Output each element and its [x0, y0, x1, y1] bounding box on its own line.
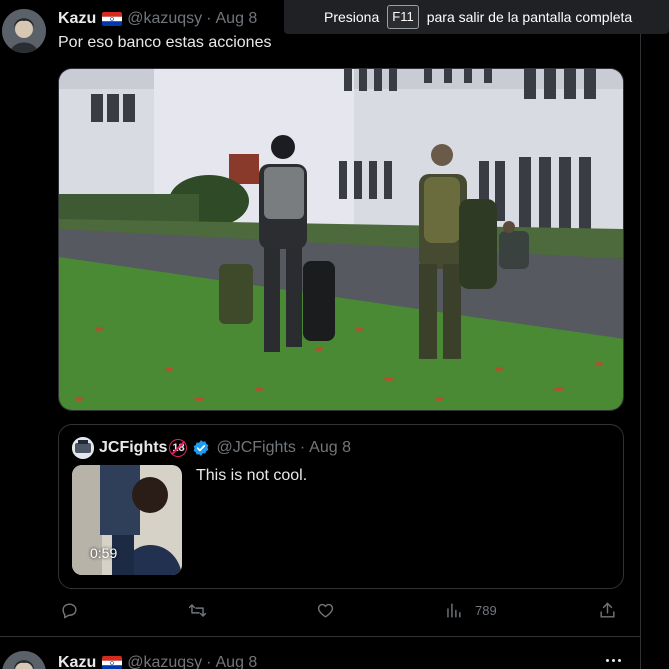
views-count: 789: [475, 603, 497, 618]
tweet-date[interactable]: Aug 8: [216, 654, 258, 669]
tweet-date[interactable]: Aug 8: [216, 10, 258, 28]
author-name[interactable]: Kazu: [58, 654, 96, 669]
retweet-button[interactable]: [188, 601, 207, 620]
share-icon: [600, 602, 615, 618]
video-duration: 0:59: [90, 545, 118, 561]
author-handle[interactable]: @kazuqsy: [127, 654, 202, 669]
quoted-text: This is not cool.: [196, 467, 308, 484]
banner-suffix: para salir de la pantalla completa: [426, 9, 633, 25]
quoted-video-thumbnail[interactable]: 0:59: [72, 465, 182, 575]
views-button[interactable]: 789: [444, 601, 497, 620]
verified-icon: [192, 439, 210, 457]
separator-dot: ·: [206, 10, 212, 27]
author-handle[interactable]: @kazuqsy: [127, 10, 202, 28]
fullscreen-exit-banner: Presiona F11 para salir de la pantalla c…: [284, 0, 669, 34]
retweet-icon: [188, 604, 207, 617]
quoted-author-name[interactable]: JCFights: [99, 439, 167, 457]
share-button[interactable]: [598, 601, 617, 620]
tweet-image[interactable]: [58, 68, 624, 411]
quoted-avatar[interactable]: [72, 437, 94, 459]
quoted-date[interactable]: Aug 8: [309, 439, 351, 457]
separator-dot: ·: [299, 439, 306, 456]
reply-button[interactable]: [60, 601, 79, 620]
paraguay-flag-icon: [102, 12, 123, 26]
quoted-handle[interactable]: @JCFights: [216, 439, 295, 457]
quoted-header: JCFights 18 @JCFights · Aug 8: [99, 439, 351, 457]
quoted-tweet[interactable]: JCFights 18 @JCFights · Aug 8 0:59 This …: [58, 424, 624, 589]
tweet-header: Kazu @kazuqsy · Aug 8: [58, 10, 257, 28]
tweet[interactable]: Kazu @kazuqsy · Aug 8 Por eso banco esta…: [0, 0, 640, 637]
separator-dot: ·: [206, 654, 212, 669]
reply-icon: [62, 603, 77, 619]
keyboard-key: F11: [387, 5, 419, 29]
banner-prefix: Presiona: [324, 9, 380, 25]
avatar[interactable]: [2, 651, 46, 669]
like-icon: [317, 603, 334, 618]
tweet-actions: 789: [58, 601, 624, 625]
more-icon[interactable]: [606, 659, 621, 662]
tweet-text: Por eso banco estas acciones: [58, 34, 272, 51]
views-icon: [447, 603, 461, 618]
avatar[interactable]: [2, 9, 46, 53]
paraguay-flag-icon: [102, 656, 123, 669]
page-scrollbar[interactable]: [641, 0, 669, 669]
timeline-column: Kazu @kazuqsy · Aug 8 Por eso banco esta…: [0, 0, 641, 669]
age-restriction-badge: 18: [169, 439, 188, 457]
like-button[interactable]: [316, 601, 335, 620]
author-name[interactable]: Kazu: [58, 10, 96, 28]
tweet-header: Kazu @kazuqsy · Aug 8: [58, 654, 257, 669]
tweet[interactable]: Kazu @kazuqsy · Aug 8: [0, 637, 640, 669]
